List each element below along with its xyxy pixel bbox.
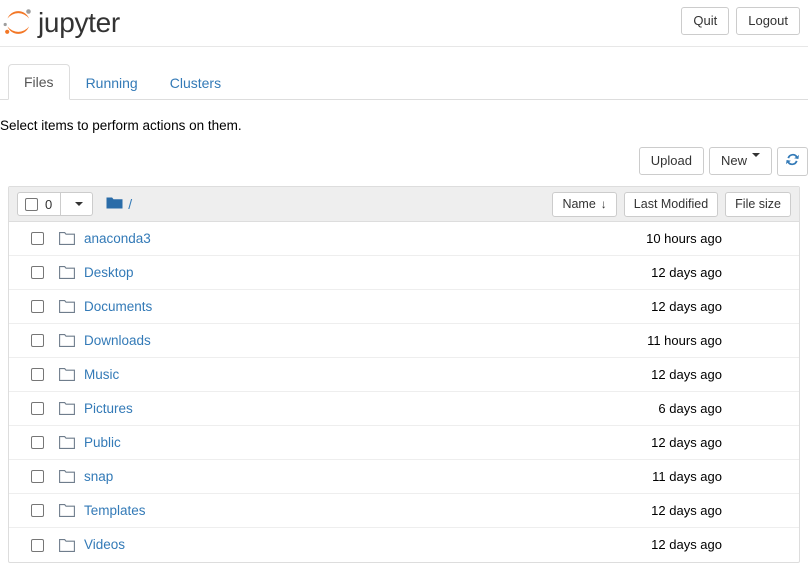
file-list-header: 0 / Name ↓ Last Modified File size [9,187,799,222]
tab-running[interactable]: Running [70,65,154,100]
row-checkbox[interactable] [31,334,44,347]
select-all-group: 0 [17,192,94,216]
file-modified-time: 12 days ago [651,264,722,280]
folder-icon [59,232,75,245]
file-actions-group: Upload New [638,147,808,176]
file-name-link[interactable]: Videos [84,537,125,553]
tab-bar: Files Running Clusters [0,64,808,100]
file-modified-time: 12 days ago [651,366,722,382]
folder-icon [59,334,75,347]
file-list-body: anaconda3 10 hours ago Desktop 12 days ago D… [9,222,799,562]
table-row[interactable]: Templates 12 days ago [9,494,799,528]
file-name-link[interactable]: snap [84,469,113,485]
sort-controls: Name ↓ Last Modified File size [552,191,791,217]
file-name-link[interactable]: Documents [84,299,152,315]
sort-by-file-size-button[interactable]: File size [725,191,791,217]
file-modified-time: 12 days ago [651,434,722,450]
file-modified-time: 12 days ago [651,502,722,518]
selection-hint-text: Select items to perform actions on them. [0,118,242,133]
table-row[interactable]: Public 12 days ago [9,426,799,460]
row-checkbox[interactable] [31,436,44,449]
row-checkbox[interactable] [31,470,44,483]
row-checkbox[interactable] [31,300,44,313]
select-all-button[interactable]: 0 [17,192,62,216]
navbar-actions: Quit Logout [681,7,800,35]
folder-filled-icon[interactable] [106,196,123,213]
top-navbar: jupyter Quit Logout [0,0,808,47]
file-modified-time: 12 days ago [651,298,722,314]
sort-name-label: Name [562,196,596,211]
selection-dropdown-toggle[interactable] [61,192,94,216]
file-modified-time: 11 days ago [652,468,722,484]
folder-icon [59,402,75,415]
selected-count-label: 0 [45,196,53,212]
folder-icon [59,538,75,552]
file-name-link[interactable]: Public [84,435,121,451]
file-modified-time: 11 hours ago [647,332,722,348]
table-row[interactable]: Downloads 11 hours ago [9,324,799,358]
folder-icon [59,300,75,313]
row-checkbox[interactable] [31,232,44,245]
breadcrumb: / [106,196,132,213]
file-modified-time: 6 days ago [658,400,722,416]
row-checkbox[interactable] [31,504,44,517]
chevron-down-icon [75,202,84,206]
refresh-icon [785,152,800,171]
sort-descending-arrow-icon: ↓ [600,197,607,211]
jupyter-brand-link[interactable]: jupyter [2,1,120,45]
table-row[interactable]: Pictures 6 days ago [9,392,799,426]
file-name-link[interactable]: anaconda3 [84,231,151,247]
folder-icon [59,368,75,381]
folder-icon [59,470,75,483]
file-name-link[interactable]: Templates [84,503,146,519]
tab-bar-wrapper: Files Running Clusters [0,64,808,101]
table-row[interactable]: Desktop 12 days ago [9,256,799,290]
file-name-link[interactable]: Downloads [84,333,151,349]
logout-button[interactable]: Logout [736,7,800,35]
folder-icon [59,436,75,449]
table-row[interactable]: Music 12 days ago [9,358,799,392]
file-name-link[interactable]: Pictures [84,401,133,417]
file-name-link[interactable]: Music [84,367,119,383]
new-dropdown-button[interactable]: New [708,147,772,175]
new-dropdown-label: New [720,153,747,168]
file-actions-toolbar: Upload New [0,147,808,180]
breadcrumb-root-path[interactable]: / [128,196,132,212]
chevron-down-icon [752,153,760,157]
folder-icon [59,504,75,517]
row-checkbox[interactable] [31,368,44,381]
file-list-container: 0 / Name ↓ Last Modified File size anaco… [8,186,800,563]
refresh-button[interactable] [777,147,808,176]
jupyter-logo-icon [2,6,36,40]
file-modified-time: 10 hours ago [646,230,722,246]
quit-button[interactable]: Quit [681,7,730,35]
table-row[interactable]: anaconda3 10 hours ago [9,222,799,256]
brand-title: jupyter [38,7,120,38]
row-checkbox[interactable] [31,402,44,415]
sort-by-name-button[interactable]: Name ↓ [552,191,617,217]
tab-files[interactable]: Files [8,64,70,100]
tab-clusters[interactable]: Clusters [154,65,237,100]
checkbox-unchecked-icon[interactable] [25,197,38,211]
table-row[interactable]: snap 11 days ago [9,460,799,494]
file-name-link[interactable]: Desktop [84,265,134,281]
upload-button[interactable]: Upload [638,147,704,175]
row-checkbox[interactable] [31,266,44,279]
sort-by-last-modified-button[interactable]: Last Modified [623,191,719,217]
folder-icon [59,266,75,279]
row-checkbox[interactable] [31,538,44,552]
file-modified-time: 12 days ago [651,537,722,552]
table-row[interactable]: Documents 12 days ago [9,290,799,324]
